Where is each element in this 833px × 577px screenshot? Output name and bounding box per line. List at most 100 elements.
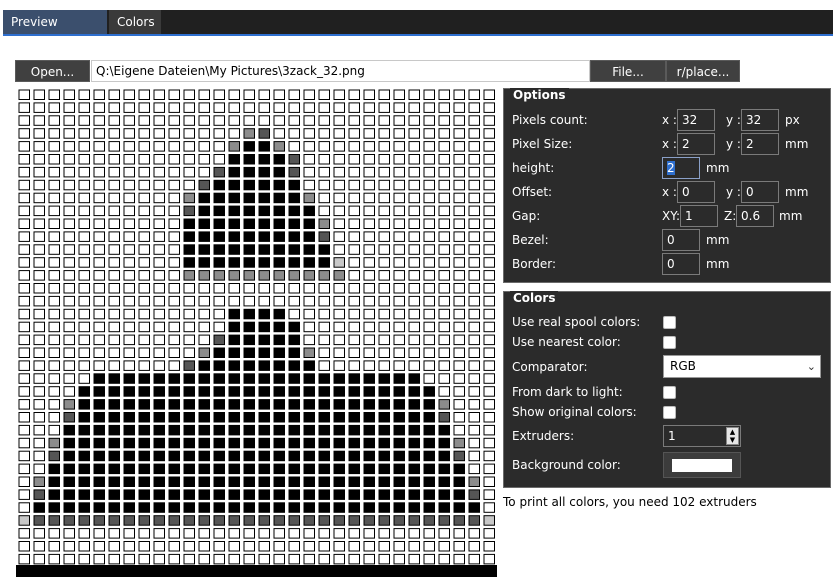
pixel-cell bbox=[438, 412, 450, 423]
pixel-cell bbox=[318, 321, 330, 333]
pixel-cell bbox=[333, 154, 345, 165]
pixel-cell bbox=[453, 321, 465, 333]
pixel-cell bbox=[453, 476, 465, 487]
pixel-cell bbox=[243, 386, 255, 397]
pixel-cell bbox=[183, 553, 195, 565]
pixel-cell bbox=[393, 179, 405, 191]
extruders-stepper[interactable]: 1 ▲ ▼ bbox=[663, 425, 741, 447]
border-field[interactable]: 0 bbox=[662, 253, 700, 275]
pixel-cell bbox=[438, 166, 450, 178]
pixel-cell bbox=[363, 141, 375, 152]
offset-y-field[interactable]: 0 bbox=[741, 181, 779, 203]
open-button[interactable]: Open... bbox=[15, 60, 90, 82]
use-nearest-color-checkbox[interactable] bbox=[663, 336, 676, 349]
pixel-cell bbox=[228, 399, 240, 410]
bezel-field[interactable]: 0 bbox=[662, 229, 700, 251]
pixels-count-y-field[interactable]: 32 bbox=[741, 109, 779, 131]
pixel-cell bbox=[273, 283, 285, 294]
pixel-cell bbox=[63, 476, 75, 487]
pixel-cell bbox=[408, 386, 420, 397]
pixel-cell bbox=[168, 218, 180, 229]
pixel-cell bbox=[468, 334, 480, 346]
pixel-cell bbox=[183, 295, 195, 307]
pixel-cell bbox=[288, 360, 300, 371]
pixel-cell bbox=[108, 502, 120, 513]
pixel-cell bbox=[483, 528, 495, 539]
pixel-cell bbox=[438, 424, 450, 436]
pixel-cell bbox=[168, 515, 180, 526]
pixel-cell bbox=[228, 270, 240, 281]
pixel-cell bbox=[228, 360, 240, 371]
pixel-cell bbox=[333, 115, 345, 126]
offset-x-field[interactable]: 0 bbox=[677, 181, 715, 203]
use-real-spool-colors-checkbox[interactable] bbox=[663, 316, 676, 329]
gap-z-field[interactable]: 0.6 bbox=[736, 205, 774, 227]
pixel-cell bbox=[108, 334, 120, 346]
pixel-cell bbox=[78, 360, 90, 371]
height-field[interactable]: 2 bbox=[662, 157, 700, 179]
pixel-cell bbox=[303, 179, 315, 191]
pixel-cell bbox=[123, 463, 135, 475]
pixel-cell bbox=[33, 218, 45, 229]
pixel-cell bbox=[93, 502, 105, 513]
pixel-cell bbox=[213, 295, 225, 307]
background-color-button[interactable] bbox=[663, 452, 741, 478]
pixel-cell bbox=[78, 179, 90, 191]
pixel-cell bbox=[318, 399, 330, 410]
pixel-cell bbox=[378, 270, 390, 281]
pixel-cell bbox=[108, 424, 120, 436]
pixel-cell bbox=[228, 257, 240, 268]
pixel-cell bbox=[333, 141, 345, 152]
pixel-cell bbox=[198, 360, 210, 371]
pixel-cell bbox=[63, 257, 75, 268]
pixel-cell bbox=[333, 231, 345, 242]
pixel-cell bbox=[93, 437, 105, 449]
pixel-cell bbox=[78, 424, 90, 436]
pixel-cell bbox=[363, 128, 375, 139]
pixel-cell bbox=[393, 102, 405, 113]
spin-up-icon[interactable]: ▲ bbox=[727, 428, 738, 436]
pixel-cell bbox=[213, 502, 225, 513]
spin-buttons[interactable]: ▲ ▼ bbox=[726, 427, 739, 445]
pixel-cell bbox=[423, 360, 435, 371]
pixel-cell bbox=[363, 515, 375, 526]
show-original-colors-checkbox[interactable] bbox=[663, 406, 676, 419]
comparator-select[interactable]: RGB ⌄ bbox=[663, 355, 821, 378]
file-button[interactable]: File... bbox=[590, 60, 666, 82]
pixel-cell bbox=[378, 553, 390, 565]
pixel-cell bbox=[18, 347, 30, 358]
pixel-cell bbox=[123, 476, 135, 487]
rplace-button[interactable]: r/place... bbox=[666, 60, 740, 82]
pixel-cell bbox=[213, 308, 225, 320]
pixel-cell bbox=[243, 412, 255, 423]
pixel-cell bbox=[93, 218, 105, 229]
spin-down-icon[interactable]: ▼ bbox=[727, 436, 738, 444]
pixel-cell bbox=[333, 502, 345, 513]
pixel-cell bbox=[153, 347, 165, 358]
pixel-cell bbox=[78, 308, 90, 320]
pixel-size-y-field[interactable]: 2 bbox=[741, 133, 779, 155]
pixels-count-x-field[interactable]: 32 bbox=[677, 109, 715, 131]
pixel-cell bbox=[453, 528, 465, 539]
file-path-input[interactable]: Q:\Eigene Dateien\My Pictures\3zack_32.p… bbox=[91, 60, 590, 82]
pixel-cell bbox=[423, 373, 435, 384]
gap-xy-field[interactable]: 1 bbox=[680, 205, 718, 227]
pixel-cell bbox=[378, 334, 390, 346]
pixel-cell bbox=[438, 541, 450, 552]
pixel-cell bbox=[363, 308, 375, 320]
tab-colors[interactable]: Colors bbox=[109, 10, 161, 34]
from-dark-to-light-checkbox[interactable] bbox=[663, 386, 676, 399]
pixel-cell bbox=[318, 347, 330, 358]
tab-preview-settings[interactable]: Preview settings bbox=[3, 10, 107, 53]
pixel-cell bbox=[33, 347, 45, 358]
pixel-size-x-field[interactable]: 2 bbox=[677, 133, 715, 155]
pixel-cell bbox=[33, 257, 45, 268]
pixel-cell bbox=[438, 89, 450, 100]
pixel-cell bbox=[123, 437, 135, 449]
pixel-cell bbox=[63, 515, 75, 526]
pixel-cell bbox=[333, 450, 345, 462]
pixel-cell bbox=[468, 218, 480, 229]
pixel-cell bbox=[438, 179, 450, 191]
pixel-cell bbox=[78, 347, 90, 358]
pixel-cell bbox=[258, 218, 270, 229]
